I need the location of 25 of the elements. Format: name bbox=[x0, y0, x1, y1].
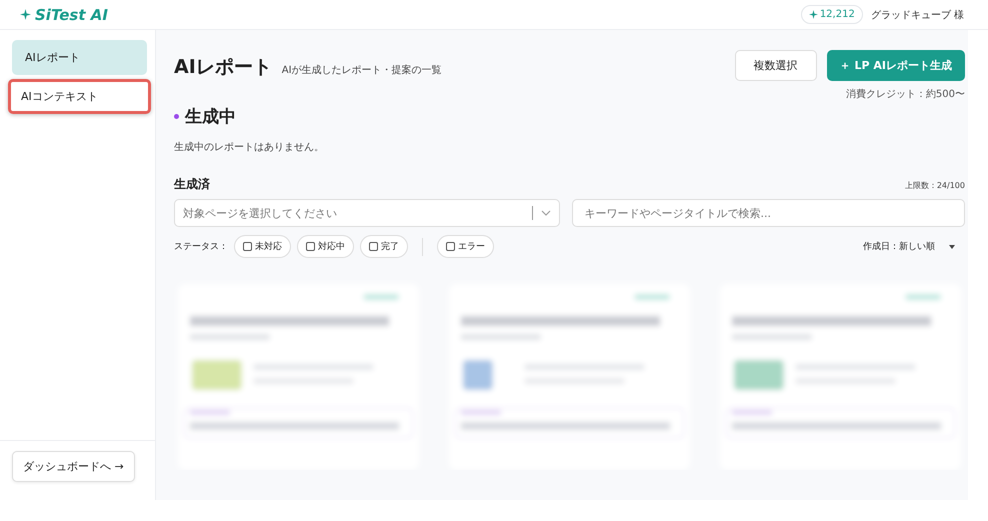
section-title: 生成中 bbox=[185, 106, 236, 128]
credit-note: 消費クレジット：約500〜 bbox=[846, 88, 965, 101]
sparkle-icon bbox=[20, 9, 31, 20]
limit-count: 上限数 : 24/100 bbox=[905, 180, 965, 191]
sort-select[interactable]: 作成日：新しい順 bbox=[863, 240, 935, 253]
sidebar-item[interactable]: AIコンテキスト bbox=[8, 79, 151, 114]
sidebar-item[interactable]: AIレポート bbox=[12, 40, 147, 75]
status-filter[interactable]: 完了 bbox=[360, 235, 408, 258]
section-title: 生成済 bbox=[174, 176, 210, 193]
page-title: AIレポート bbox=[174, 55, 272, 80]
search-field[interactable]: キーワードやページタイトルで検索... bbox=[572, 199, 965, 227]
page-subtitle: AIが生成したレポート・提案の一覧 bbox=[282, 64, 442, 77]
multi-select-button[interactable]: 複数選択 bbox=[734, 50, 817, 81]
status-dot bbox=[174, 114, 179, 119]
chevron-down-icon bbox=[540, 210, 550, 216]
status-label: ステータス： bbox=[174, 241, 228, 253]
empty-message: 生成中のレポートはありません。 bbox=[174, 140, 325, 154]
dashboard-button[interactable]: ダッシュボードへ → bbox=[12, 451, 135, 482]
status-filter[interactable]: 対応中 bbox=[297, 235, 354, 258]
sparkle-icon bbox=[808, 10, 818, 19]
caret-icon bbox=[949, 244, 955, 248]
page-select[interactable]: 対象ページを選択してください bbox=[174, 199, 560, 227]
status-filter[interactable]: エラー bbox=[437, 235, 494, 258]
status-filter[interactable]: 未対応 bbox=[234, 235, 291, 258]
user-name[interactable]: グラッドキューブ 様 bbox=[870, 8, 964, 22]
